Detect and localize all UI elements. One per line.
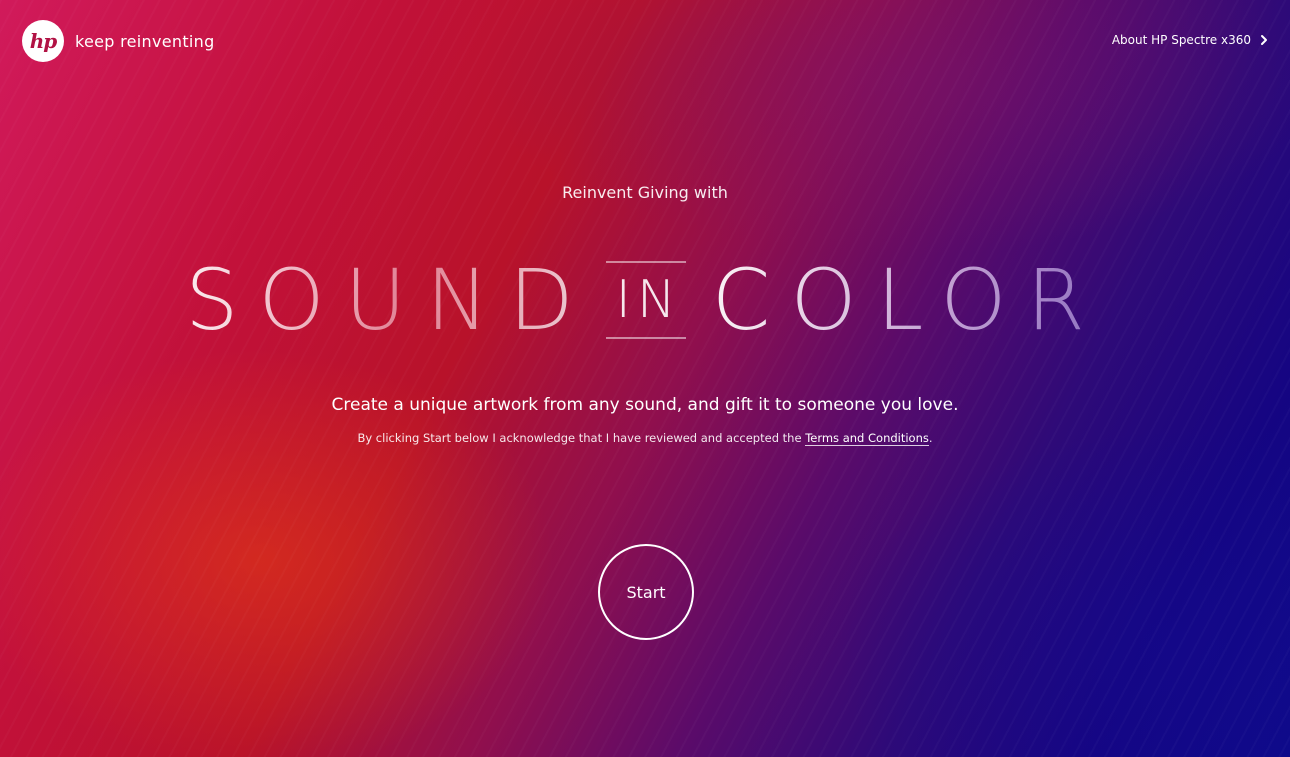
hero-title-word-in: IN (605, 261, 686, 339)
start-button[interactable]: Start (598, 544, 694, 640)
about-product-link[interactable]: About HP Spectre x360 (1112, 33, 1270, 47)
terms-notice: By clicking Start below I acknowledge th… (0, 431, 1290, 446)
about-product-label: About HP Spectre x360 (1111, 33, 1251, 47)
brand-group: hp keep reinventing (22, 20, 215, 62)
hero-description: Create a unique artwork from any sound, … (331, 395, 959, 415)
hero-title: SOUND IN COLOR (0, 252, 1290, 348)
chevron-right-icon (1261, 35, 1267, 45)
terms-notice-suffix: . (928, 431, 933, 445)
terms-and-conditions-link[interactable]: Terms and Conditions (805, 431, 929, 446)
brand-tagline: keep reinventing (75, 31, 215, 51)
hero-title-word-color: COLOR (711, 251, 1105, 349)
terms-notice-prefix: By clicking Start below I acknowledge th… (357, 431, 806, 445)
start-button-label: Start (626, 582, 666, 602)
hero-title-word-sound: SOUND (185, 251, 594, 349)
hp-logo-text: hp (29, 29, 58, 53)
hp-logo-icon[interactable]: hp (22, 20, 64, 62)
background-streaks (0, 0, 1290, 757)
hero-subtitle: Reinvent Giving with (562, 183, 728, 202)
